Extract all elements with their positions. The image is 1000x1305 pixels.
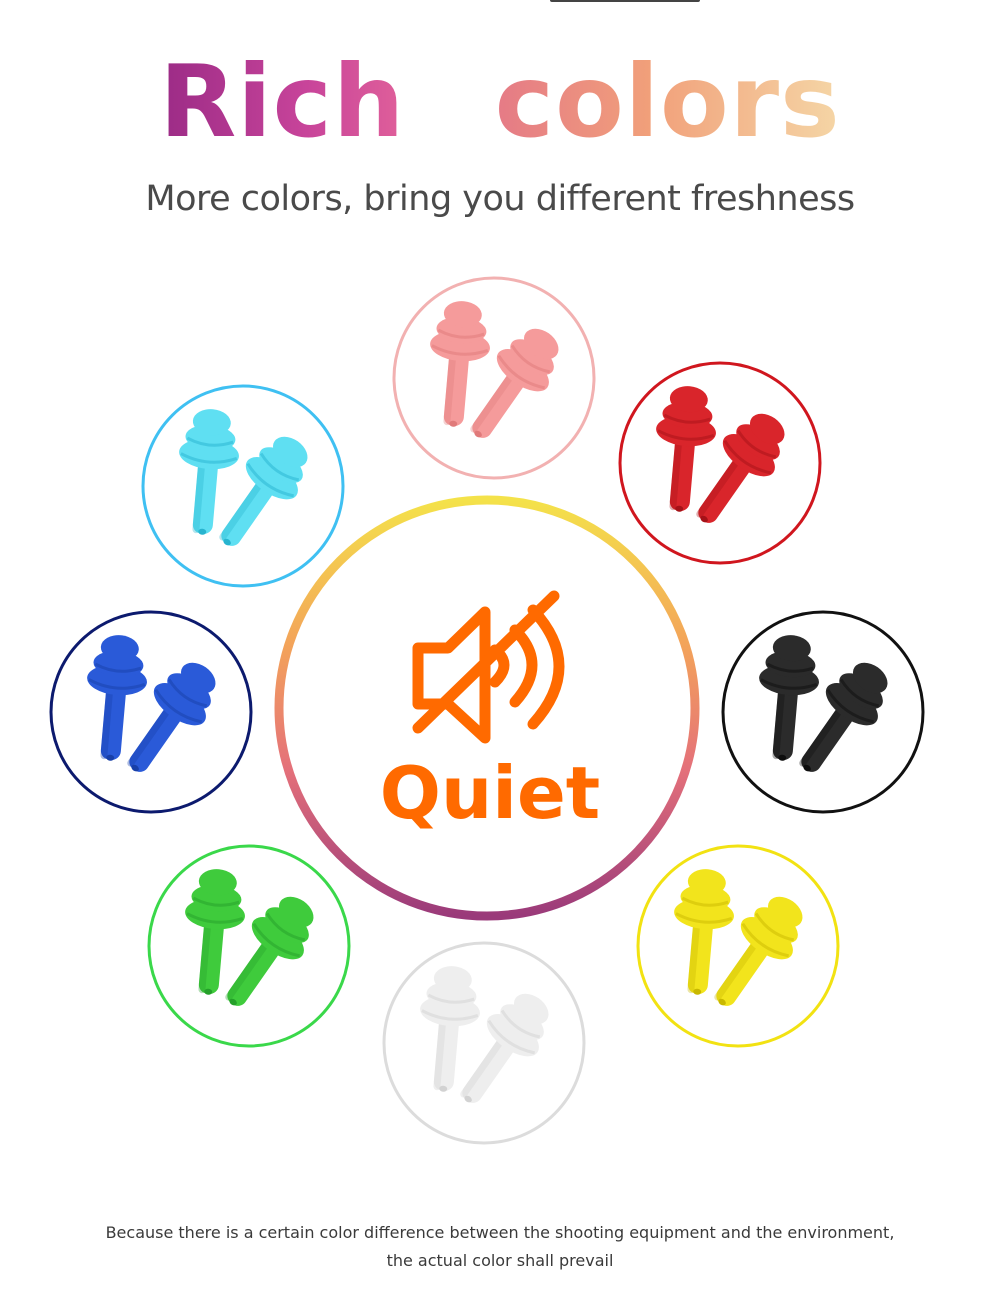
color-option-blue: [49, 610, 253, 814]
color-option-black: [721, 610, 925, 814]
disclaimer-line-2: the actual color shall prevail: [386, 1251, 614, 1270]
color-option-pink: [392, 276, 596, 480]
disclaimer-line-1: Because there is a certain color differe…: [105, 1223, 895, 1242]
color-wheel: [49, 276, 925, 1145]
color-option-yellow: [636, 844, 840, 1048]
color-option-clear: [382, 941, 586, 1145]
color-option-green: [147, 844, 351, 1048]
center-label: Quiet: [379, 751, 601, 835]
color-option-cyan: [141, 384, 345, 588]
color-option-red: [618, 361, 822, 565]
mute-speaker-icon: [412, 590, 565, 744]
